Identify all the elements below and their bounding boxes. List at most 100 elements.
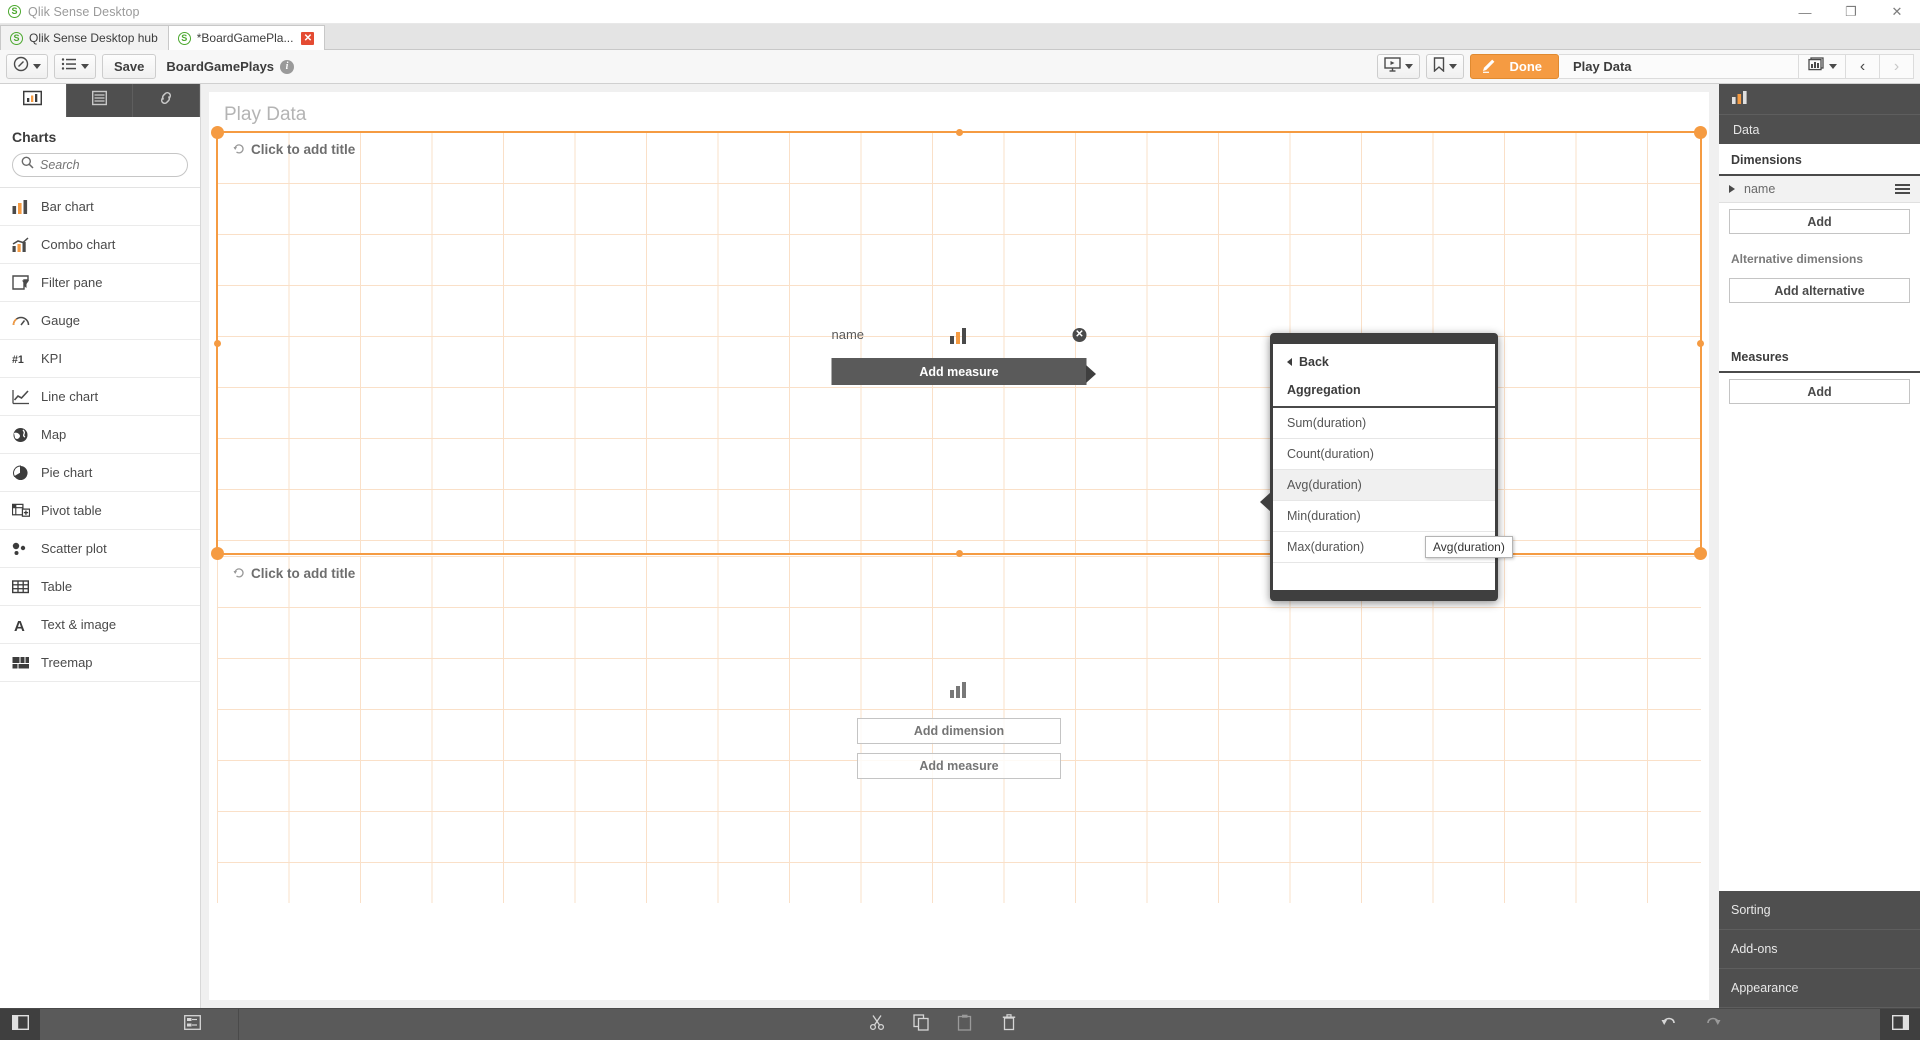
chart-type-label: Text & image [41, 617, 117, 632]
aggregation-option-sum[interactable]: Sum(duration) [1273, 408, 1495, 439]
info-icon[interactable]: i [280, 59, 295, 74]
resize-handle-top[interactable] [956, 129, 963, 136]
chart-object-2[interactable]: Click to add title Add dimension Add mea… [217, 556, 1701, 903]
accordion-add-ons[interactable]: Add-ons [1719, 930, 1920, 969]
aggregation-option-count[interactable]: Count(duration) [1273, 439, 1495, 470]
done-button[interactable]: Done [1469, 54, 1559, 79]
aggregation-option-avg[interactable]: Avg(duration) [1273, 470, 1495, 501]
paste-button[interactable] [943, 1009, 987, 1040]
chevron-down-icon [1448, 64, 1457, 69]
chart-type-item-pie-chart[interactable]: Pie chart [0, 454, 200, 492]
chart-type-label: Gauge [41, 313, 81, 328]
tab-hub[interactable]: S Qlik Sense Desktop hub [0, 25, 169, 50]
master-items-tab[interactable] [133, 84, 201, 117]
accordion-sorting[interactable]: Sorting [1719, 891, 1920, 930]
chart-type-label: Pivot table [41, 503, 102, 518]
navigation-menu-button[interactable] [6, 54, 48, 79]
resize-handle-bottom[interactable] [956, 550, 963, 557]
redo-icon [1704, 1014, 1722, 1035]
resize-handle-top-left[interactable] [211, 126, 224, 139]
right-panel-data-tab[interactable]: Data [1719, 115, 1920, 144]
add-dimension-button[interactable]: Add [1729, 209, 1910, 234]
panel-left-icon [11, 1014, 29, 1035]
add-dimension-button-2[interactable]: Add dimension [857, 717, 1061, 744]
pencil-icon [1481, 57, 1498, 77]
bookmark-icon [1433, 56, 1445, 77]
add-measure-button-1[interactable]: Add measure [831, 358, 1087, 385]
presentation-icon [1383, 56, 1401, 77]
dimension-row-1: name ✕ [832, 327, 1087, 342]
save-button[interactable]: Save [102, 54, 157, 79]
dimension-field-label: name [1744, 182, 1776, 196]
resize-handle-top-right[interactable] [1694, 126, 1707, 139]
search-box[interactable] [12, 153, 203, 177]
chart-type-item-gauge[interactable]: Gauge [0, 302, 200, 340]
toggle-left-panel-button[interactable] [0, 1008, 40, 1040]
chart-type-list: Bar chart Combo chart Filter pane Gauge #1 KP… [0, 187, 200, 682]
sheet-grid-icon [1807, 56, 1824, 77]
dimension-label[interactable]: name [832, 327, 865, 342]
bookmark-button[interactable] [1425, 54, 1464, 79]
add-alternative-dimension-button[interactable]: Add alternative [1729, 278, 1910, 303]
remove-dimension-icon[interactable]: ✕ [1072, 327, 1087, 342]
next-sheet-button[interactable]: › [1880, 54, 1914, 79]
fields-tab[interactable] [67, 84, 134, 117]
add-measure-button[interactable]: Add [1729, 379, 1910, 404]
scissors-icon [869, 1014, 886, 1036]
tab-close-icon[interactable]: ✕ [301, 31, 315, 45]
data-model-button[interactable] [170, 1009, 214, 1040]
sheets-menu-button[interactable] [54, 54, 96, 79]
dimension-item-name[interactable]: name [1719, 176, 1920, 203]
chart-type-item-treemap[interactable]: Treemap [0, 644, 200, 682]
search-input[interactable] [40, 158, 203, 172]
popup-back-button[interactable]: Back [1273, 344, 1495, 373]
chart-type-indicator [1719, 84, 1920, 115]
chart-type-item-bar-chart[interactable]: Bar chart [0, 188, 200, 226]
table-icon [12, 578, 30, 596]
chart-type-label: Table [41, 579, 73, 594]
drag-handle-icon[interactable] [1895, 184, 1910, 194]
chart-type-item-filter-pane[interactable]: Filter pane [0, 264, 200, 302]
resize-handle-right[interactable] [1697, 340, 1704, 347]
chevron-down-icon [81, 64, 89, 69]
charts-tab[interactable] [0, 84, 67, 117]
sheet-picker-button[interactable] [1799, 54, 1846, 79]
text-image-icon: A [12, 616, 30, 634]
resize-handle-left[interactable] [214, 340, 221, 347]
undo-button[interactable] [1647, 1009, 1691, 1040]
resize-handle-bottom-left[interactable] [211, 547, 224, 560]
tab-strip: S Qlik Sense Desktop hub S *BoardGamePla… [0, 24, 1920, 50]
chevron-right-icon[interactable] [1729, 185, 1735, 193]
resize-handle-bottom-right[interactable] [1694, 547, 1707, 560]
chart-type-item-table[interactable]: Table [0, 568, 200, 606]
chart-type-item-combo-chart[interactable]: Combo chart [0, 226, 200, 264]
chart-type-item-line-chart[interactable]: Line chart [0, 378, 200, 416]
center-area: Play Data Click to add title name ✕ Add … [201, 84, 1719, 1008]
redo-button[interactable] [1691, 1009, 1735, 1040]
aggregation-option-min[interactable]: Min(duration) [1273, 501, 1495, 532]
chart-type-item-text-image[interactable]: A Text & image [0, 606, 200, 644]
accordion-appearance[interactable]: Appearance [1719, 969, 1920, 1008]
search-icon [21, 156, 34, 174]
maximize-button[interactable]: ❐ [1828, 0, 1874, 24]
tab-boardgameplays[interactable]: S *BoardGamePla... ✕ [167, 25, 326, 50]
kpi-icon: #1 [12, 350, 30, 368]
minimize-button[interactable]: — [1782, 0, 1828, 24]
presentation-button[interactable] [1376, 54, 1420, 79]
svg-text:#1: #1 [12, 354, 24, 366]
chart-type-item-scatter-plot[interactable]: Scatter plot [0, 530, 200, 568]
add-measure-button-2[interactable]: Add measure [857, 752, 1061, 779]
done-label: Done [1509, 59, 1543, 74]
copy-button[interactable] [899, 1009, 943, 1040]
delete-button[interactable] [987, 1009, 1031, 1040]
sheet-title: Play Data [224, 104, 307, 125]
toggle-right-panel-button[interactable] [1880, 1008, 1920, 1040]
line-chart-icon [12, 388, 30, 406]
right-panel-accordions: Sorting Add-ons Appearance [1719, 891, 1920, 1008]
chart-type-item-map[interactable]: Map [0, 416, 200, 454]
close-button[interactable]: ✕ [1874, 0, 1920, 24]
prev-sheet-button[interactable]: ‹ [1846, 54, 1880, 79]
chart-type-item-kpi[interactable]: #1 KPI [0, 340, 200, 378]
cut-button[interactable] [855, 1009, 899, 1040]
chart-type-item-pivot-table[interactable]: Pivot table [0, 492, 200, 530]
